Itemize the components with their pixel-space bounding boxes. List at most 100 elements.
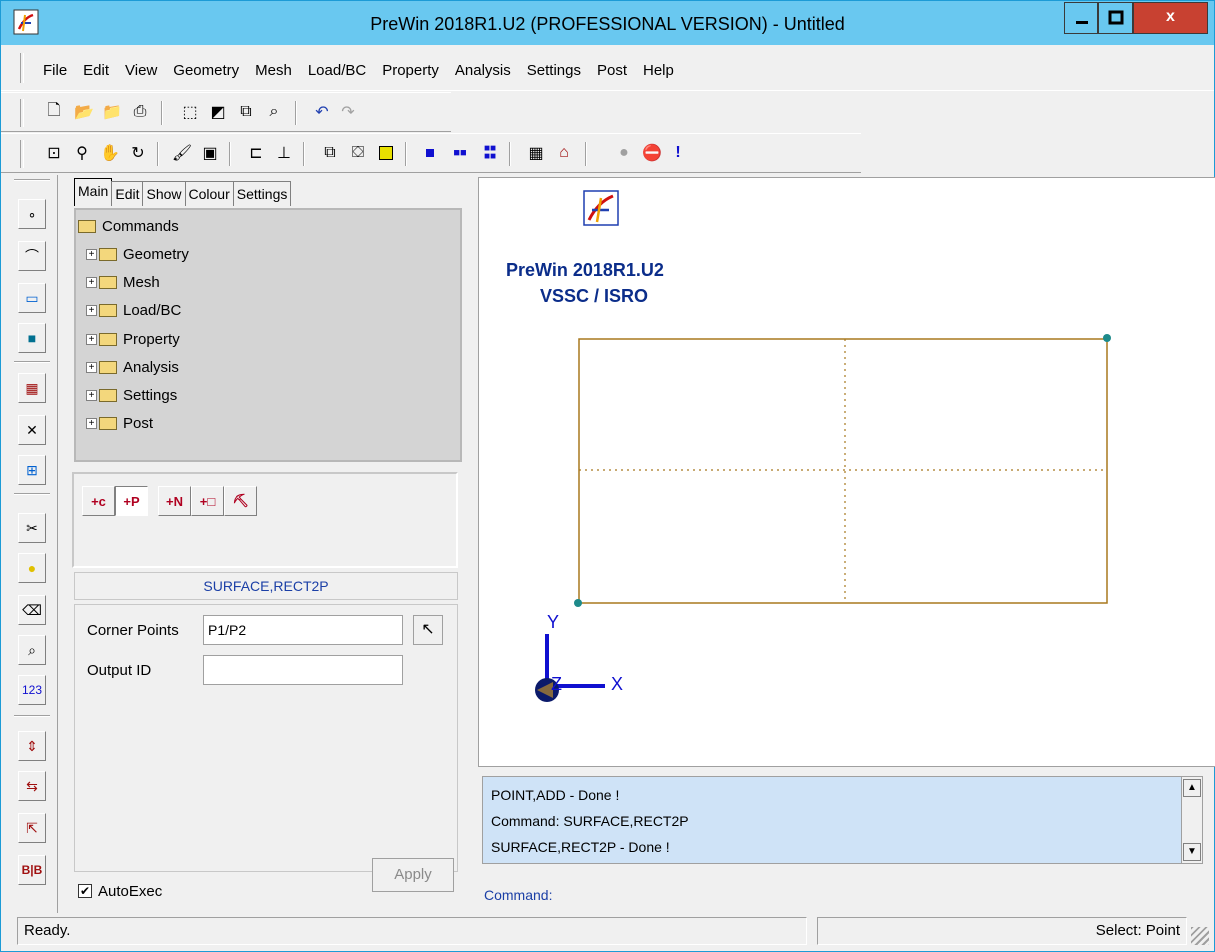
expand-icon[interactable]: +	[86, 417, 97, 429]
message-scrollbar[interactable]: ▲ ▼	[1181, 776, 1203, 864]
toolbar-grip[interactable]	[20, 99, 24, 127]
point-tool-button[interactable]: ∘	[18, 199, 46, 229]
tree-node-post[interactable]: + Post	[86, 411, 153, 435]
maximize-button[interactable]	[1098, 2, 1133, 34]
title-bar[interactable]: PreWin 2018R1.U2 (PROFESSIONAL VERSION) …	[1, 1, 1214, 45]
shade-button[interactable]	[375, 142, 397, 164]
translate-tool-button[interactable]: ⇱	[18, 813, 46, 843]
menu-help[interactable]: Help	[635, 62, 682, 79]
display-element-button[interactable]: ⊏	[245, 142, 267, 164]
find-tool-button[interactable]: ⌕	[18, 635, 46, 665]
home-view-button[interactable]: ⌂	[553, 142, 575, 164]
find-button[interactable]: ⌕	[263, 101, 285, 123]
expand-icon[interactable]: +	[86, 361, 97, 373]
save-file-button[interactable]: 📁	[101, 101, 123, 123]
menu-settings[interactable]: Settings	[519, 62, 589, 79]
merge-tool-button[interactable]: B|B	[18, 855, 46, 885]
rotate-button[interactable]: ↻	[127, 142, 149, 164]
point-p1[interactable]	[574, 599, 582, 607]
expand-icon[interactable]: +	[86, 304, 97, 316]
fill-button[interactable]: ⛋	[347, 142, 369, 164]
surface-rectangle[interactable]	[578, 338, 1108, 604]
toolbar-grip[interactable]	[20, 140, 24, 168]
fit-view-button[interactable]: ▣	[199, 142, 221, 164]
cut-tool-button[interactable]: ✂	[18, 513, 46, 543]
tree-node-geometry[interactable]: + Geometry	[86, 242, 189, 266]
intersect-tool-button[interactable]: ✕	[18, 415, 46, 445]
menu-analysis[interactable]: Analysis	[447, 62, 519, 79]
tree-node-property[interactable]: + Property	[86, 327, 180, 351]
menu-post[interactable]: Post	[589, 62, 635, 79]
tree-root-commands[interactable]: Commands	[78, 214, 179, 238]
menu-mesh[interactable]: Mesh	[247, 62, 300, 79]
tab-main[interactable]: Main	[74, 178, 113, 206]
zoom-window-button[interactable]: ⊡	[43, 142, 65, 164]
close-button[interactable]: x	[1133, 2, 1208, 34]
command-line[interactable]: Command:	[482, 881, 1212, 909]
tree-node-load-bc[interactable]: + Load/BC	[86, 298, 181, 322]
print-button[interactable]: ⎙	[129, 101, 151, 123]
tree-node-analysis[interactable]: + Analysis	[86, 355, 179, 379]
zoom-button[interactable]: ⚲	[71, 142, 93, 164]
point-p2[interactable]	[1103, 334, 1111, 342]
corner-points-field[interactable]	[203, 615, 403, 645]
overlay-button[interactable]: ⧉	[319, 142, 341, 164]
menu-edit[interactable]: Edit	[75, 62, 117, 79]
scroll-down-button[interactable]: ▼	[1183, 843, 1201, 861]
erase-tool-button[interactable]: ⌫	[18, 595, 46, 625]
tools-button[interactable]: ⛏	[224, 486, 257, 516]
single-view-button[interactable]	[419, 142, 441, 164]
stop-button[interactable]: ⛔	[641, 142, 663, 164]
create-c-button[interactable]: +c	[82, 486, 115, 516]
output-id-field[interactable]	[203, 655, 403, 685]
mirror-tool-button[interactable]: ⇕	[18, 731, 46, 761]
expand-icon[interactable]: +	[86, 248, 97, 260]
menu-file[interactable]: File	[35, 62, 75, 79]
graphics-canvas[interactable]: PreWin 2018R1.U2 VSSC / ISRO Y X Z	[478, 177, 1215, 767]
resize-grip-icon[interactable]	[1191, 927, 1209, 945]
minimize-button[interactable]	[1064, 2, 1098, 34]
solid-tool-button[interactable]: ■	[18, 323, 46, 353]
expand-icon[interactable]: +	[86, 333, 97, 345]
execute-button[interactable]: !	[667, 142, 689, 164]
create-n-button[interactable]: +N	[158, 486, 191, 516]
sphere-tool-button[interactable]: ●	[18, 553, 46, 583]
copy-button[interactable]: ⧉	[235, 101, 257, 123]
expand-icon[interactable]: +	[86, 276, 97, 288]
two-view-button[interactable]: ■■	[449, 142, 471, 164]
select-box-button[interactable]: ⬚	[179, 101, 201, 123]
tree-node-settings[interactable]: + Settings	[86, 383, 177, 407]
pan-button[interactable]: ✋	[99, 142, 121, 164]
pick-point-button[interactable]: ↖	[413, 615, 443, 645]
curve-tool-button[interactable]: ⌒	[18, 241, 46, 271]
menu-load-bc[interactable]: Load/BC	[300, 62, 374, 79]
grid-button[interactable]: ▦	[525, 142, 547, 164]
scroll-up-button[interactable]: ▲	[1183, 779, 1201, 797]
create-p-button[interactable]: +P	[115, 486, 148, 516]
mesh-tool-button[interactable]: ▦	[18, 373, 46, 403]
tab-edit[interactable]: Edit	[111, 181, 144, 206]
tab-colour[interactable]: Colour	[184, 181, 234, 206]
menu-property[interactable]: Property	[374, 62, 447, 79]
record-button[interactable]: ●	[613, 142, 635, 164]
menu-geometry[interactable]: Geometry	[165, 62, 247, 79]
autoexec-checkbox[interactable]: ✔	[78, 884, 92, 898]
new-file-button[interactable]: 🗋	[43, 101, 65, 123]
surface-tool-button[interactable]: ▭	[18, 283, 46, 313]
clear-button[interactable]: 🖌	[171, 142, 193, 164]
tab-show[interactable]: Show	[142, 181, 186, 206]
menu-grip[interactable]	[20, 53, 24, 83]
grid-tool-button[interactable]: ⊞	[18, 455, 46, 485]
select-pointer-button[interactable]: ◩	[207, 101, 229, 123]
open-file-button[interactable]: 📂	[73, 101, 95, 123]
undo-button[interactable]: ↶	[311, 101, 333, 123]
tab-settings[interactable]: Settings	[232, 181, 292, 206]
renumber-tool-button[interactable]: 123	[18, 675, 46, 705]
tree-node-mesh[interactable]: + Mesh	[86, 270, 160, 294]
create-rect-button[interactable]: +□	[191, 486, 224, 516]
reflect-tool-button[interactable]: ⇆	[18, 771, 46, 801]
redo-button[interactable]: ↷	[337, 101, 359, 123]
display-bc-button[interactable]: ⊥	[273, 142, 295, 164]
four-view-button[interactable]: ■■ ■■	[479, 142, 501, 164]
apply-button[interactable]: Apply	[372, 858, 454, 892]
